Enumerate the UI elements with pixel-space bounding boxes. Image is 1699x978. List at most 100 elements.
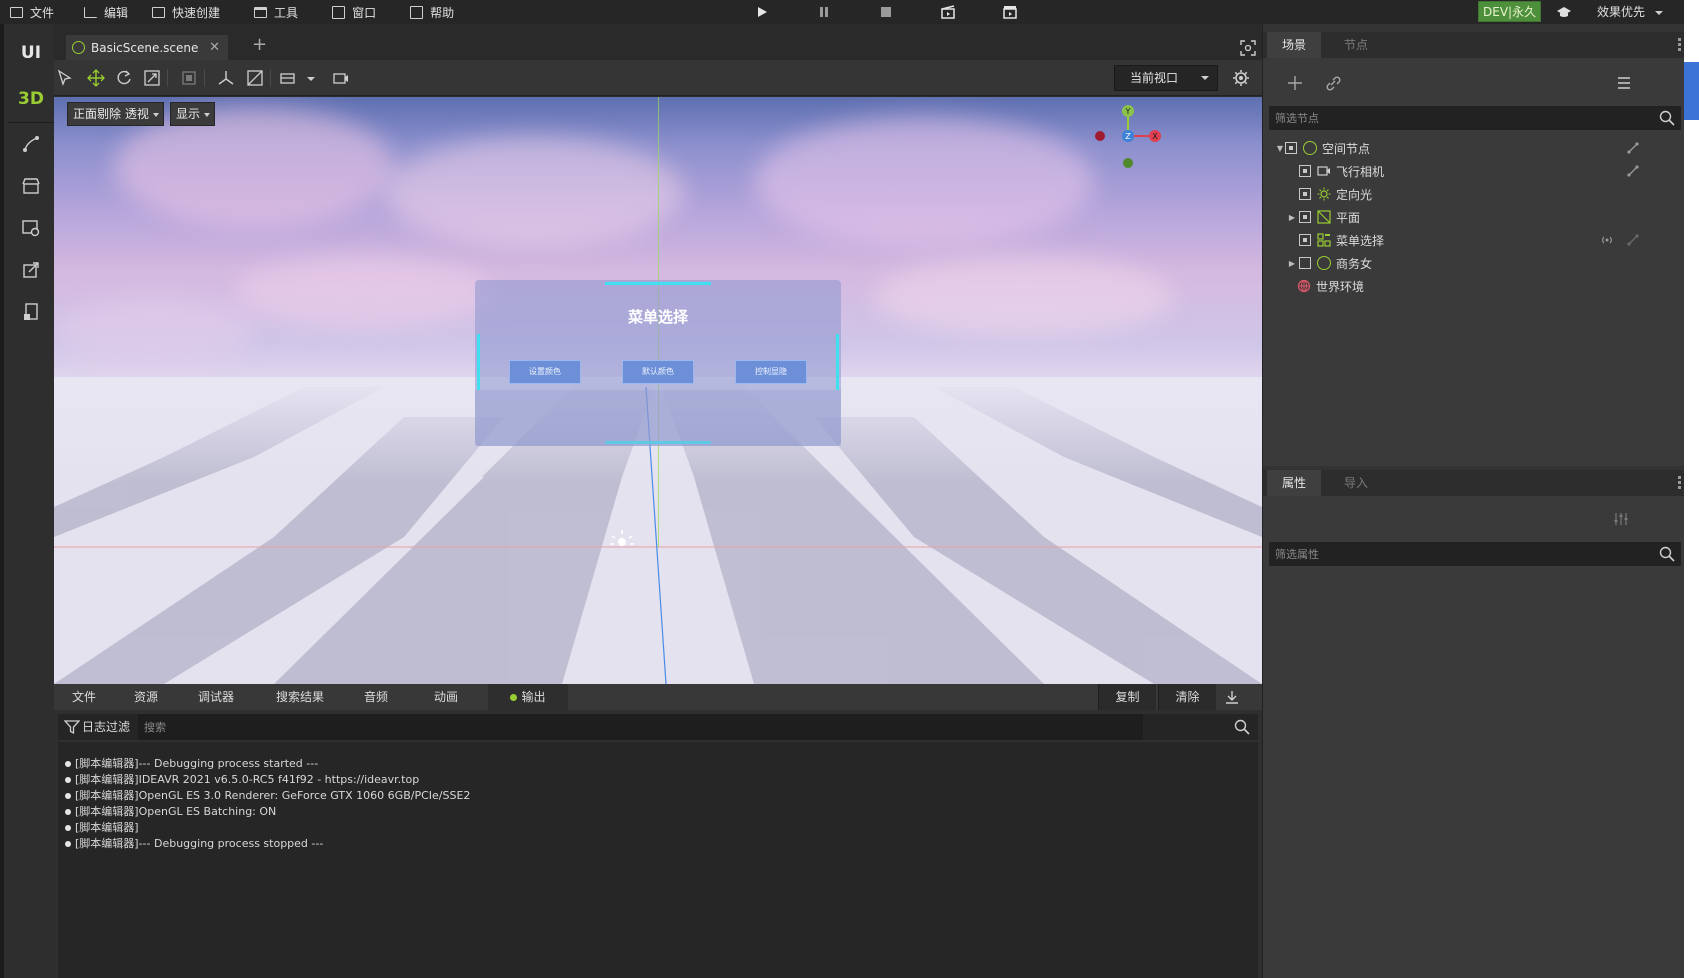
add-node-icon[interactable] [1287, 75, 1303, 91]
path-icon[interactable] [21, 134, 41, 154]
search-icon[interactable] [1659, 546, 1675, 562]
3d-mode-button[interactable]: 3D [8, 84, 54, 114]
clapper-open-icon[interactable] [940, 4, 956, 20]
tree-node-spatial[interactable]: ▼ 空间节点 [1263, 137, 1685, 159]
menu-quick-create[interactable]: 快速创建 [142, 0, 234, 24]
visibility-checkbox[interactable] [1299, 188, 1311, 200]
tab-animation[interactable]: 动画 [410, 684, 482, 710]
add-tab-button[interactable]: + [252, 36, 267, 54]
tree-node-world-environment[interactable]: 世界环境 [1263, 275, 1685, 297]
quality-select[interactable]: 效果优先 [1597, 0, 1664, 24]
clear-button[interactable]: 清除 [1158, 684, 1216, 710]
tab-search-results[interactable]: 搜索结果 [258, 684, 342, 710]
visibility-checkbox[interactable] [1299, 234, 1311, 246]
sky-cloud [54, 297, 254, 367]
cull-mode-chip[interactable]: 正面剔除 透视 [67, 102, 164, 126]
visibility-checkbox[interactable] [1285, 142, 1297, 154]
book-icon[interactable] [21, 302, 41, 322]
link-icon[interactable] [1325, 75, 1341, 91]
scene-editor: BasicScene.scene ✕ + 当前视口 正面剔除 透视 显示 菜单选… [54, 24, 1262, 684]
default-color-button[interactable]: 默认颜色 [622, 360, 694, 384]
more-options-icon[interactable] [1678, 38, 1681, 53]
adjust-icon[interactable] [1613, 511, 1629, 527]
menu-help[interactable]: 帮助 [390, 0, 468, 24]
toggle-visibility-button[interactable]: 控制显隐 [735, 360, 807, 384]
visibility-checkbox[interactable] [1299, 165, 1311, 177]
tab-node[interactable]: 节点 [1329, 32, 1383, 58]
rotate-tool-icon[interactable] [115, 69, 133, 87]
chevron-down-icon[interactable] [302, 69, 320, 87]
collapse-arrow-icon[interactable]: ▶ [1287, 259, 1297, 268]
graduation-cap-icon[interactable] [1556, 4, 1572, 20]
menu-edit[interactable]: 编辑 [68, 0, 142, 24]
stop-icon[interactable] [878, 4, 894, 20]
select-tool-icon[interactable] [56, 69, 74, 87]
log-line: [脚本编辑器]IDEAVR 2021 v6.5.0-RC5 f41f92 - h… [65, 772, 1258, 788]
tab-scene[interactable]: 场景 [1267, 32, 1321, 58]
output-log[interactable]: [脚本编辑器]--- Debugging process started ---… [58, 742, 1258, 978]
visibility-checkbox[interactable] [1299, 257, 1311, 269]
collapse-arrow-icon[interactable]: ▶ [1287, 213, 1297, 222]
menu-help-label: 帮助 [430, 5, 455, 20]
scene-tab[interactable]: BasicScene.scene ✕ [66, 35, 228, 60]
copy-button[interactable]: 复制 [1098, 684, 1156, 710]
view-menu-icon[interactable] [279, 69, 297, 87]
viewport-select[interactable]: 当前视口 [1114, 65, 1218, 91]
directional-light-gizmo[interactable] [602, 522, 642, 552]
script-icon[interactable] [1626, 141, 1640, 155]
clapper-icon[interactable] [1002, 4, 1018, 20]
camera-preview-icon[interactable] [332, 69, 350, 87]
tab-audio[interactable]: 音频 [348, 684, 404, 710]
3d-viewport[interactable]: 正面剔除 透视 显示 菜单选择 设置颜色 默认颜色 控制显隐 Y Z X [54, 97, 1262, 684]
menu-tools[interactable]: 工具 [234, 0, 312, 24]
download-icon[interactable] [1224, 689, 1240, 705]
tab-properties[interactable]: 属性 [1267, 470, 1321, 496]
tree-node-plane[interactable]: ▶ 平面 [1263, 206, 1685, 228]
axis-gizmo[interactable]: Y Z X [1091, 103, 1171, 173]
close-icon[interactable]: ✕ [209, 40, 220, 55]
tab-files[interactable]: 文件 [56, 684, 112, 710]
tab-debugger[interactable]: 调试器 [180, 684, 252, 710]
settings-panel-icon[interactable] [21, 218, 41, 238]
display-chip[interactable]: 显示 [170, 102, 216, 126]
tab-import[interactable]: 导入 [1329, 470, 1383, 496]
sky-cloud [874, 257, 1174, 337]
log-search-input[interactable] [138, 714, 1143, 740]
set-color-button[interactable]: 设置颜色 [509, 360, 581, 384]
menu-file[interactable]: 文件 [0, 0, 68, 24]
signal-icon[interactable] [1600, 233, 1614, 247]
store-icon[interactable] [21, 176, 41, 196]
ui-mode-button[interactable]: UI [8, 38, 54, 68]
list-menu-icon[interactable] [1617, 77, 1631, 89]
snap-tool-icon[interactable] [180, 69, 198, 87]
gear-icon[interactable] [1232, 69, 1250, 87]
tree-node-light[interactable]: 定向光 [1263, 183, 1685, 205]
tree-node-camera[interactable]: 飞行相机 [1263, 160, 1685, 182]
tab-output[interactable]: 输出 [488, 684, 568, 710]
export-icon[interactable] [21, 260, 41, 280]
grid-snap-icon[interactable] [246, 69, 264, 87]
script-icon[interactable] [1626, 164, 1640, 178]
tab-assets[interactable]: 资源 [118, 684, 174, 710]
more-options-icon[interactable] [1678, 476, 1681, 491]
log-filter-button[interactable]: 日志过滤 [62, 714, 130, 740]
visibility-checkbox[interactable] [1299, 211, 1311, 223]
tree-node-businesswoman[interactable]: ▶ 商务女 [1263, 252, 1685, 274]
fullscreen-icon[interactable] [1240, 40, 1256, 56]
scale-tool-icon[interactable] [143, 69, 161, 87]
play-icon[interactable] [754, 4, 770, 20]
menu-window[interactable]: 窗口 [312, 0, 390, 24]
node-filter-input[interactable] [1269, 106, 1649, 130]
script-icon[interactable] [1626, 233, 1640, 247]
search-icon[interactable] [1234, 719, 1250, 735]
pause-icon[interactable] [816, 4, 832, 20]
log-filter-label: 日志过滤 [82, 720, 131, 734]
scene-menu-panel[interactable]: 菜单选择 设置颜色 默认颜色 控制显隐 [475, 280, 841, 446]
tree-node-menu[interactable]: 菜单选择 [1263, 229, 1685, 251]
tree-node-label: 定向光 [1336, 187, 1373, 202]
search-icon[interactable] [1659, 110, 1675, 126]
property-filter-input[interactable] [1269, 542, 1649, 566]
move-tool-icon[interactable] [87, 69, 105, 87]
expand-arrow-icon[interactable]: ▼ [1275, 144, 1285, 153]
local-space-icon[interactable] [217, 69, 235, 87]
